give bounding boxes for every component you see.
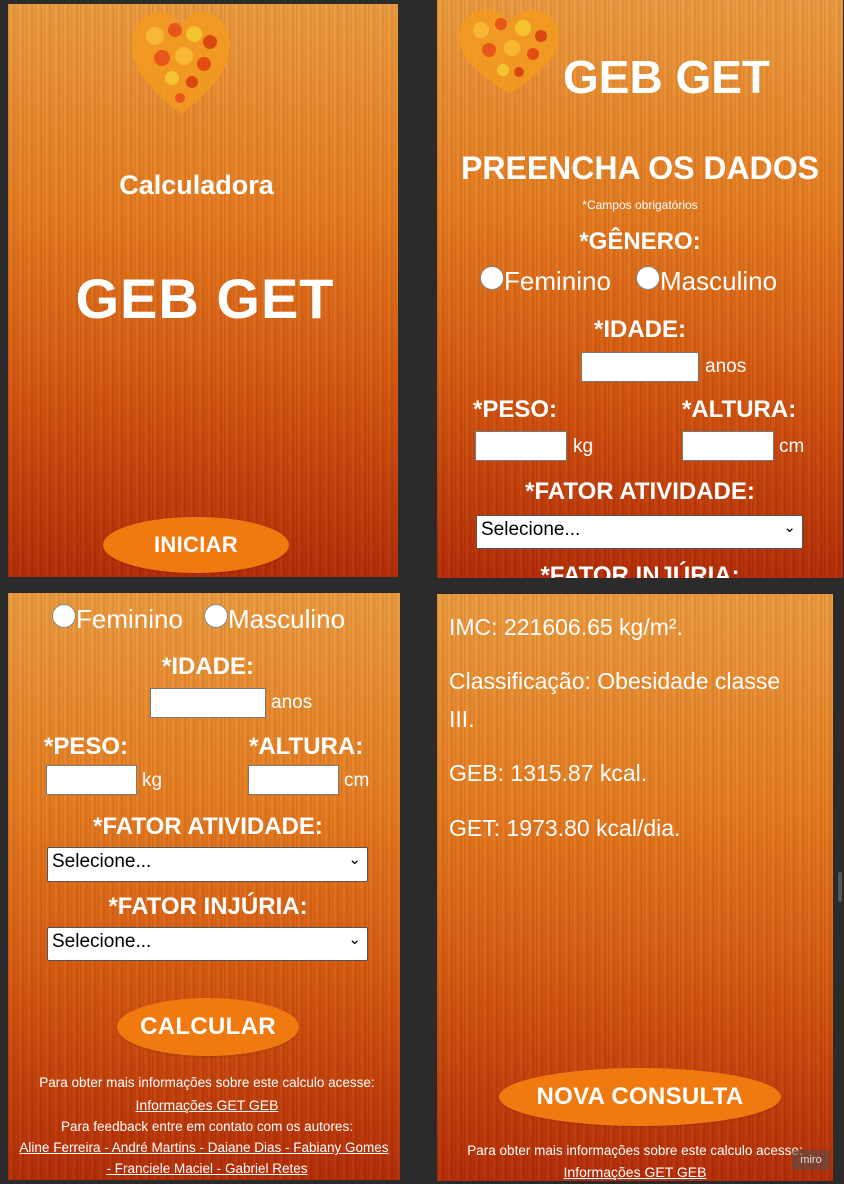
info-text: Para obter mais informações sobre este c…	[39, 1075, 375, 1090]
activity-select-value: Selecione...	[481, 519, 581, 540]
gender-label: *GÊNERO:	[579, 228, 701, 255]
scrollbar-thumb[interactable]	[838, 872, 842, 902]
authors-link-line2[interactable]: - Franciele Maciel - Gabriel Retes	[106, 1161, 307, 1176]
miro-watermark: miro	[792, 1150, 830, 1170]
male-label: Masculino	[228, 604, 346, 634]
start-button[interactable]: INICIAR	[103, 517, 289, 573]
brand-title: GEB GET	[563, 51, 771, 103]
height-input[interactable]	[248, 765, 339, 795]
chevron-down-icon: ⌄	[783, 519, 796, 536]
activity-select[interactable]: Selecione... ⌄	[47, 847, 368, 882]
age-label: *IDADE:	[593, 316, 686, 343]
weight-input[interactable]	[475, 431, 567, 461]
calculate-button[interactable]: CALCULAR	[117, 998, 299, 1056]
app-title: GEB GET	[75, 267, 335, 330]
chevron-down-icon: ⌄	[348, 851, 361, 868]
classification-line2: III.	[449, 706, 475, 732]
geb-result: GEB: 1315.87 kcal.	[449, 760, 648, 786]
classification-line1: Classificação: Obesidade classe	[449, 668, 781, 694]
female-label: Feminino	[76, 604, 183, 634]
female-radio[interactable]	[480, 266, 504, 290]
age-label: *IDADE:	[161, 653, 254, 680]
new-consultation-button[interactable]: NOVA CONSULTA	[499, 1068, 781, 1126]
chevron-down-icon: ⌄	[348, 931, 361, 948]
weight-unit: kg	[573, 436, 594, 457]
info-link[interactable]: Informações GET GEB	[564, 1164, 707, 1180]
weight-label: *PESO:	[44, 733, 129, 760]
female-radio[interactable]	[52, 604, 76, 628]
injury-select-value: Selecione...	[52, 931, 152, 952]
imc-result: IMC: 221606.65 kg/m².	[449, 614, 683, 640]
height-unit: cm	[344, 770, 370, 791]
feedback-text: Para feedback entre em contato com os au…	[61, 1119, 353, 1134]
male-radio[interactable]	[204, 604, 228, 628]
fruit-heart-logo-icon	[459, 10, 559, 94]
authors-link-line1[interactable]: Aline Ferreira - André Martins - Daiane …	[19, 1140, 388, 1155]
activity-label: *FATOR ATIVIDADE:	[525, 478, 755, 505]
activity-label: *FATOR ATIVIDADE:	[93, 813, 323, 840]
info-text: Para obter mais informações sobre este c…	[467, 1143, 803, 1158]
weight-unit: kg	[142, 770, 163, 791]
get-result: GET: 1973.80 kcal/dia.	[449, 815, 681, 841]
injury-label: *FATOR INJÚRIA:	[540, 562, 740, 578]
weight-input[interactable]	[46, 765, 137, 795]
height-unit: cm	[779, 436, 805, 457]
fruit-heart-logo-icon	[132, 12, 230, 114]
injury-label: *FATOR INJÚRIA:	[108, 893, 308, 920]
form-heading: PREENCHA OS DADOS	[461, 150, 819, 186]
age-input[interactable]	[581, 352, 699, 382]
age-unit: anos	[271, 692, 313, 713]
weight-label: *PESO:	[473, 396, 558, 423]
splash-screen: Calculadora GEB GET INICIAR	[8, 4, 398, 577]
female-label: Feminino	[504, 266, 611, 296]
injury-select[interactable]: Selecione... ⌄	[47, 927, 368, 961]
activity-select[interactable]: Selecione... ⌄	[476, 515, 803, 549]
app-subtitle: Calculadora	[119, 170, 274, 200]
height-input[interactable]	[682, 431, 774, 461]
height-label: *ALTURA:	[249, 733, 364, 760]
form-screen-top: GEB GET PREENCHA OS DADOS *Campos obriga…	[437, 0, 843, 578]
activity-select-value: Selecione...	[52, 851, 152, 872]
age-input[interactable]	[150, 688, 266, 718]
form-screen-bottom: Feminino Masculino *IDADE: anos *PESO: *…	[8, 593, 400, 1180]
age-unit: anos	[705, 356, 747, 377]
info-link[interactable]: Informações GET GEB	[136, 1097, 279, 1113]
result-screen: IMC: 221606.65 kg/m². Classificação: Obe…	[437, 594, 833, 1181]
male-label: Masculino	[660, 266, 778, 296]
male-radio[interactable]	[636, 266, 660, 290]
height-label: *ALTURA:	[682, 396, 797, 423]
required-note: *Campos obrigatórios	[582, 198, 698, 212]
